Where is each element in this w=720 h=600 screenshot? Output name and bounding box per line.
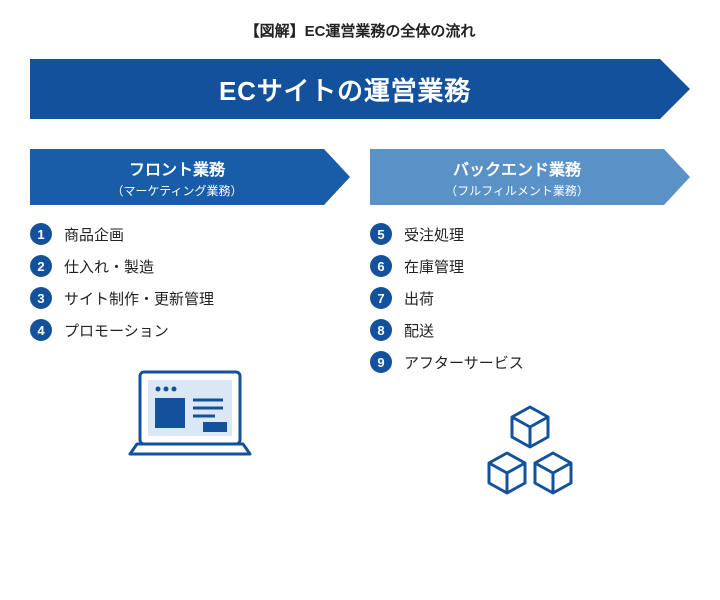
main-banner-arrow: ECサイトの運営業務 [30,59,690,119]
list-item: 7 出荷 [370,287,690,309]
front-banner-arrow: フロント業務 （マーケティング業務） [30,149,350,205]
list-item: 6 在庫管理 [370,255,690,277]
step-number-badge: 2 [30,255,52,277]
step-label: 出荷 [404,288,434,309]
step-label: サイト制作・更新管理 [64,288,214,309]
laptop-ecommerce-icon: BUY [30,359,350,479]
arrow-tip-icon [660,59,690,119]
step-label: 商品企画 [64,224,124,245]
step-label: 配送 [404,320,434,341]
step-number-badge: 5 [370,223,392,245]
back-banner-arrow: バックエンド業務 （フルフィルメント業務） [370,149,690,205]
front-column: フロント業務 （マーケティング業務） 1 商品企画 2 仕入れ・製造 3 サイト… [30,149,350,511]
step-label: アフターサービス [404,352,524,373]
buy-button-label: BUY [208,425,223,432]
step-number-badge: 6 [370,255,392,277]
list-item: 8 配送 [370,319,690,341]
step-label: 在庫管理 [404,256,464,277]
page-title: 【図解】EC運営業務の全体の流れ [30,20,690,41]
boxes-icon [370,391,690,511]
back-steps-list: 5 受注処理 6 在庫管理 7 出荷 8 配送 9 アフターサービス [370,223,690,373]
step-label: 受注処理 [404,224,464,245]
list-item: 2 仕入れ・製造 [30,255,350,277]
back-subtitle: （フルフィルメント業務） [445,182,589,199]
arrow-tip-icon [664,149,690,205]
step-number-badge: 7 [370,287,392,309]
step-number-badge: 3 [30,287,52,309]
list-item: 9 アフターサービス [370,351,690,373]
list-item: 5 受注処理 [370,223,690,245]
back-title: バックエンド業務 [453,156,581,180]
step-label: 仕入れ・製造 [64,256,154,277]
back-column: バックエンド業務 （フルフィルメント業務） 5 受注処理 6 在庫管理 7 出荷… [370,149,690,511]
list-item: 4 プロモーション [30,319,350,341]
list-item: 1 商品企画 [30,223,350,245]
columns: フロント業務 （マーケティング業務） 1 商品企画 2 仕入れ・製造 3 サイト… [30,149,690,511]
arrow-tip-icon [324,149,350,205]
step-number-badge: 9 [370,351,392,373]
step-number-badge: 8 [370,319,392,341]
step-label: プロモーション [64,320,169,341]
step-number-badge: 1 [30,223,52,245]
list-item: 3 サイト制作・更新管理 [30,287,350,309]
front-steps-list: 1 商品企画 2 仕入れ・製造 3 サイト制作・更新管理 4 プロモーション [30,223,350,341]
main-banner-label: ECサイトの運営業務 [219,71,471,108]
front-subtitle: （マーケティング業務） [111,182,242,199]
front-title: フロント業務 [129,156,225,180]
step-number-badge: 4 [30,319,52,341]
